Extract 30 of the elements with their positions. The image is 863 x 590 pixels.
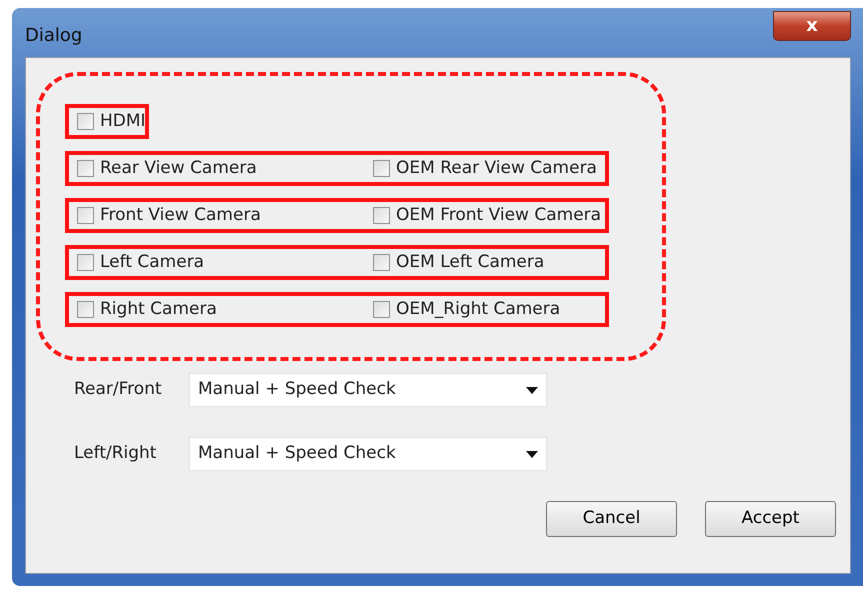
dropdown-value: Manual + Speed Check (198, 378, 396, 402)
dropdown-value: Manual + Speed Check (198, 442, 396, 466)
close-button[interactable]: x (773, 11, 851, 41)
field-label: Rear/Front (74, 378, 163, 402)
dropdown[interactable]: Manual + Speed Check (189, 437, 547, 471)
checkbox-label[interactable]: Rear View Camera (100, 156, 257, 182)
caret-icon (526, 450, 538, 458)
checkbox-label[interactable]: Right Camera (100, 296, 217, 322)
checkbox[interactable] (77, 301, 94, 318)
window-title: Dialog (25, 24, 82, 48)
checkbox[interactable] (77, 207, 94, 224)
caret-icon (526, 386, 538, 394)
checkbox[interactable] (373, 207, 390, 224)
dialog-button[interactable]: Cancel (546, 501, 677, 537)
checkbox[interactable] (77, 160, 94, 177)
checkbox-label[interactable]: HDMI (100, 108, 146, 134)
checkbox-label[interactable]: Front View Camera (100, 202, 261, 228)
checkbox-label[interactable]: OEM_Right Camera (396, 296, 560, 322)
checkbox-label[interactable]: OEM Rear View Camera (396, 156, 597, 182)
checkbox-label[interactable]: OEM Front View Camera (396, 202, 602, 228)
checkbox[interactable] (373, 254, 390, 271)
checkbox[interactable] (77, 254, 94, 271)
checkbox[interactable] (373, 301, 390, 318)
field-label: Left/Right (74, 442, 158, 466)
checkbox[interactable] (77, 113, 94, 130)
dropdown[interactable]: Manual + Speed Check (189, 373, 547, 407)
dialog-button[interactable]: Accept (705, 501, 836, 537)
checkbox-label[interactable]: OEM Left Camera (396, 250, 544, 276)
checkbox[interactable] (373, 160, 390, 177)
checkbox-label[interactable]: Left Camera (100, 250, 204, 276)
